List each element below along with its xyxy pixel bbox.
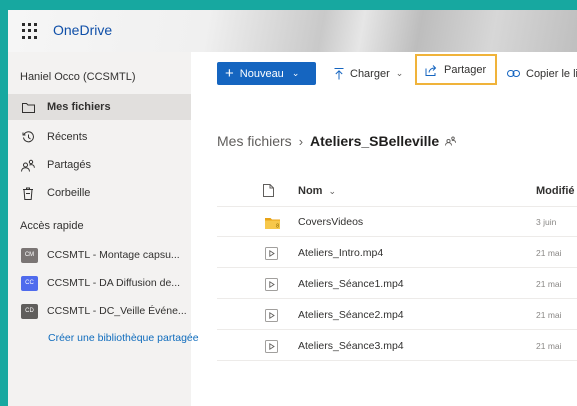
- nav-item-label: Récents: [47, 131, 88, 143]
- nav-item-recycle-bin[interactable]: Corbeille: [8, 180, 191, 206]
- trash-icon: [21, 186, 35, 200]
- onedrive-window: OneDrive Haniel Occo (CCSMTL) Mes fichie…: [8, 10, 577, 406]
- column-header-name-label: Nom: [298, 185, 323, 197]
- table-row[interactable]: Ateliers_Séance2.mp4 21 mai: [217, 300, 577, 330]
- chevron-down-icon: ⌄: [328, 186, 337, 196]
- copy-link-button[interactable]: Copier le lien: [507, 62, 577, 85]
- library-badge: CM: [21, 247, 38, 263]
- table-row[interactable]: Ateliers_Séance1.mp4 21 mai: [217, 269, 577, 299]
- library-label: CCSMTL - DA Diffusion de...: [47, 277, 181, 289]
- library-badge: CC: [21, 275, 38, 291]
- command-bar: + Nouveau ⌄ Charger ⌄ Partager Copier le…: [191, 52, 577, 96]
- plus-icon: +: [225, 65, 234, 82]
- create-shared-library-link[interactable]: Créer une bibliothèque partagée: [48, 332, 199, 344]
- table-row[interactable]: 8 CoversVideos 3 juin: [217, 207, 577, 237]
- nav-item-label: Mes fichiers: [47, 101, 111, 113]
- file-modified: 21 mai: [536, 341, 562, 351]
- file-name: Ateliers_Séance3.mp4: [298, 340, 404, 352]
- user-name: Haniel Occo (CCSMTL): [20, 71, 136, 83]
- clock-icon: [21, 130, 35, 144]
- breadcrumb-current: Ateliers_SBelleville: [310, 133, 440, 149]
- folder-icon: 8: [265, 216, 280, 234]
- link-icon: [507, 69, 520, 78]
- file-modified: 3 juin: [536, 217, 557, 227]
- share-button[interactable]: Partager: [415, 54, 497, 85]
- app-header: OneDrive: [8, 10, 577, 52]
- table-row[interactable]: Ateliers_Séance3.mp4 21 mai: [217, 331, 577, 361]
- library-label: CCSMTL - DC_Veille Événe...: [47, 305, 187, 317]
- shared-people-icon: [445, 136, 457, 146]
- upload-icon: [334, 67, 344, 80]
- breadcrumb-root[interactable]: Mes fichiers: [217, 133, 292, 149]
- chevron-down-icon: ⌄: [395, 68, 404, 78]
- upload-label: Charger: [350, 67, 390, 80]
- video-file-icon: [265, 309, 278, 327]
- quick-access-title: Accès rapide: [20, 220, 84, 232]
- file-name: Ateliers_Intro.mp4: [298, 247, 384, 259]
- new-button-label: Nouveau: [239, 67, 284, 80]
- new-button[interactable]: + Nouveau ⌄: [217, 62, 316, 85]
- share-label: Partager: [444, 63, 487, 76]
- nav-item-label: Partagés: [47, 159, 92, 171]
- file-modified: 21 mai: [536, 310, 562, 320]
- folder-icon: [21, 100, 35, 114]
- library-item[interactable]: CD CCSMTL - DC_Veille Événe...: [8, 299, 191, 323]
- app-launcher-icon[interactable]: [22, 23, 38, 39]
- nav-item-my-files[interactable]: Mes fichiers: [8, 94, 191, 120]
- library-badge: CD: [21, 303, 38, 319]
- file-name: Ateliers_Séance2.mp4: [298, 309, 404, 321]
- file-name: CoversVideos: [298, 216, 364, 228]
- file-modified: 21 mai: [536, 279, 562, 289]
- file-name: Ateliers_Séance1.mp4: [298, 278, 404, 290]
- chevron-down-icon: ⌄: [291, 68, 300, 78]
- svg-text:8: 8: [276, 224, 279, 230]
- upload-button[interactable]: Charger ⌄: [334, 62, 403, 85]
- breadcrumb: Mes fichiers › Ateliers_SBelleville: [217, 133, 457, 149]
- table-row[interactable]: Ateliers_Intro.mp4 21 mai: [217, 238, 577, 268]
- file-type-icon[interactable]: [263, 184, 274, 202]
- video-file-icon: [265, 278, 278, 296]
- share-icon: [425, 64, 438, 76]
- chevron-right-icon: ›: [298, 133, 304, 149]
- library-label: CCSMTL - Montage capsu...: [47, 249, 180, 261]
- left-nav: Haniel Occo (CCSMTL) Mes fichiers Récent…: [8, 52, 199, 406]
- column-header-name[interactable]: Nom ⌄: [298, 185, 336, 197]
- copy-link-label: Copier le lien: [526, 67, 577, 80]
- nav-item-shared[interactable]: Partagés: [8, 152, 191, 178]
- nav-item-recent[interactable]: Récents: [8, 124, 191, 150]
- app-title[interactable]: OneDrive: [53, 22, 112, 38]
- library-item[interactable]: CM CCSMTL - Montage capsu...: [8, 243, 191, 267]
- video-file-icon: [265, 247, 278, 265]
- file-modified: 21 mai: [536, 248, 562, 258]
- file-list-header: Nom ⌄ Modifié: [217, 174, 577, 207]
- nav-item-label: Corbeille: [47, 187, 91, 199]
- library-item[interactable]: CC CCSMTL - DA Diffusion de...: [8, 271, 191, 295]
- column-header-modified[interactable]: Modifié: [536, 185, 575, 197]
- video-file-icon: [265, 340, 278, 358]
- people-icon: [21, 158, 35, 172]
